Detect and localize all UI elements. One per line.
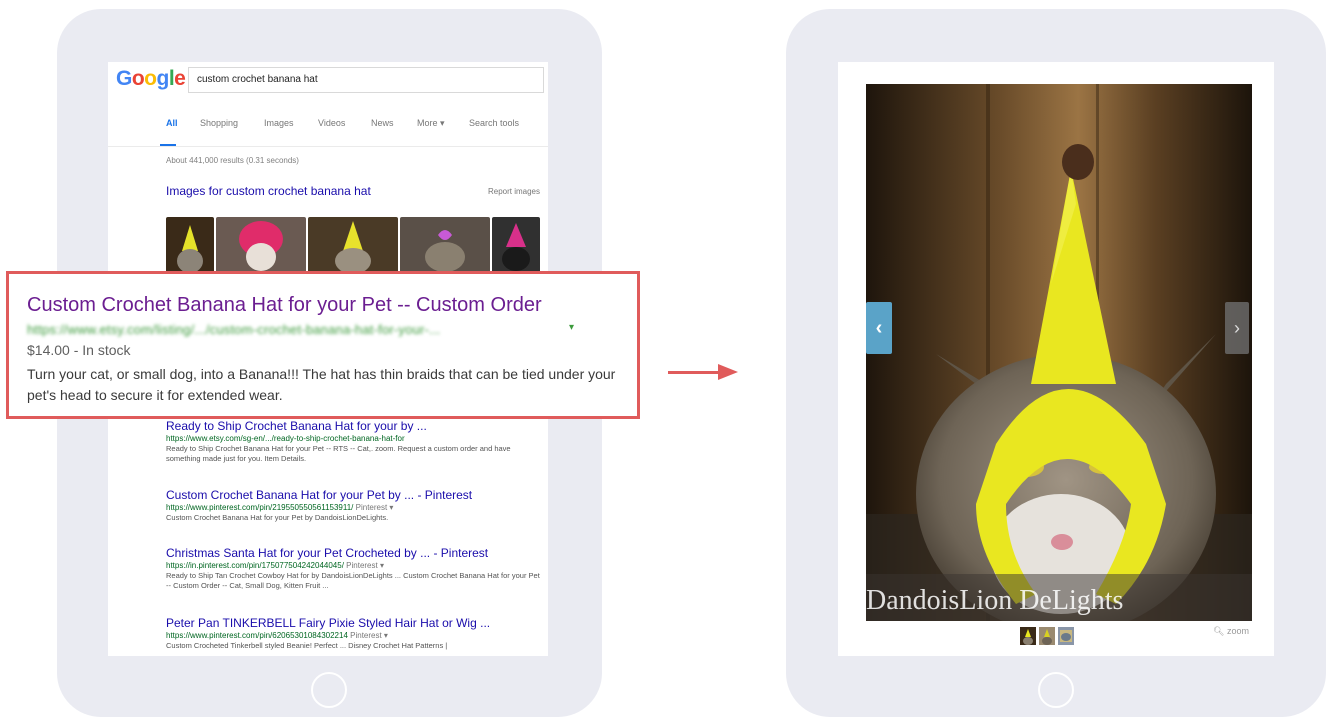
home-button-right[interactable] [1038, 672, 1074, 708]
result-url: https://www.pinterest.com/pin/2195505505… [166, 503, 542, 512]
result-source-dropdown[interactable]: Pinterest ▾ [356, 503, 394, 512]
search-result: Ready to Ship Crochet Banana Hat for you… [166, 419, 542, 464]
thumbnail-image[interactable] [400, 217, 490, 275]
zoom-icon: 🔍︎ [1213, 626, 1225, 636]
header-divider [108, 146, 548, 147]
highlighted-result-callout: Custom Crochet Banana Hat for your Pet -… [6, 271, 640, 419]
result-url-text: https://in.pinterest.com/pin/17507750424… [166, 561, 344, 570]
search-result: Peter Pan TINKERBELL Fairy Pixie Styled … [166, 616, 542, 651]
search-result: Christmas Santa Hat for your Pet Crochet… [166, 546, 542, 591]
arrow-head-icon [718, 364, 738, 380]
thumbnail-image[interactable] [216, 217, 306, 275]
search-input[interactable]: custom crochet banana hat [188, 67, 544, 93]
result-source-dropdown[interactable]: Pinterest ▾ [346, 561, 384, 570]
search-result: Custom Crochet Banana Hat for your Pet b… [166, 488, 542, 523]
result-snippet: Ready to Ship Crochet Banana Hat for you… [166, 444, 511, 463]
home-button-left[interactable] [311, 672, 347, 708]
result-source-dropdown[interactable]: Pinterest ▾ [350, 631, 388, 640]
previous-image-button[interactable]: ‹ [866, 302, 892, 354]
result-title-link[interactable]: Custom Crochet Banana Hat for your Pet b… [166, 488, 542, 502]
result-url: https://www.etsy.com/sg-en/.../ready-to-… [166, 434, 405, 443]
results-stats: About 441,000 results (0.31 seconds) [166, 156, 299, 165]
report-images-link[interactable]: Report images [488, 187, 540, 196]
tab-all[interactable]: All [166, 118, 178, 128]
zoom-label: zoom [1226, 626, 1249, 636]
photo-watermark: DandoisLion DeLights [866, 585, 1124, 616]
result-title-link[interactable]: Christmas Santa Hat for your Pet Crochet… [166, 546, 542, 560]
result-title-link[interactable]: Ready to Ship Crochet Banana Hat for you… [166, 419, 542, 433]
product-thumbnail[interactable] [1020, 627, 1036, 645]
google-logo[interactable]: Google [116, 67, 186, 91]
tab-videos[interactable]: Videos [318, 118, 345, 128]
highlighted-result-snippet: Turn your cat, or small dog, into a Bana… [27, 366, 616, 403]
result-url-text: https://www.pinterest.com/pin/6206530108… [166, 631, 348, 640]
tab-images[interactable]: Images [264, 118, 294, 128]
product-thumbnail[interactable] [1058, 627, 1074, 645]
thumbnail-image[interactable] [308, 217, 398, 275]
tab-more[interactable]: More ▾ [417, 118, 445, 129]
tab-search-tools[interactable]: Search tools [469, 118, 519, 128]
tab-shopping[interactable]: Shopping [200, 118, 238, 128]
tab-news[interactable]: News [371, 118, 394, 128]
result-url: https://www.pinterest.com/pin/6206530108… [166, 631, 542, 640]
result-snippet: Custom Crochet Banana Hat for your Pet b… [166, 513, 389, 522]
highlighted-result-title[interactable]: Custom Crochet Banana Hat for your Pet -… [27, 294, 542, 317]
highlighted-result-url-blurred: https://www.etsy.com/listing/.../custom-… [27, 322, 441, 337]
images-heading-link[interactable]: Images for custom crochet banana hat [166, 184, 371, 198]
result-title-link[interactable]: Peter Pan TINKERBELL Fairy Pixie Styled … [166, 616, 542, 630]
product-thumbnail[interactable] [1039, 627, 1055, 645]
result-snippet: Custom Crocheted Tinkerbell styled Beani… [166, 641, 448, 650]
result-url-text: https://www.pinterest.com/pin/2195505505… [166, 503, 354, 512]
zoom-control[interactable]: 🔍︎ zoom [1213, 626, 1249, 637]
thumbnail-image[interactable] [166, 217, 214, 275]
next-image-button[interactable]: › [1225, 302, 1249, 354]
flow-arrow-icon [668, 371, 722, 374]
image-thumbnails [166, 217, 546, 277]
result-snippet: Ready to Ship Tan Crochet Cowboy Hat for… [166, 571, 540, 590]
thumbnail-image[interactable] [492, 217, 540, 275]
google-header: Google custom crochet banana hat [108, 62, 548, 100]
product-page-screen: DandoisLion DeLights [838, 62, 1274, 656]
url-dropdown-icon[interactable]: ▾ [569, 322, 574, 333]
result-url: https://in.pinterest.com/pin/17507750424… [166, 561, 542, 570]
product-photo[interactable]: DandoisLion DeLights [866, 84, 1252, 621]
highlighted-result-price: $14.00 - In stock [27, 342, 131, 358]
search-tabs: All Shopping Images Videos News More ▾ S… [166, 118, 546, 138]
